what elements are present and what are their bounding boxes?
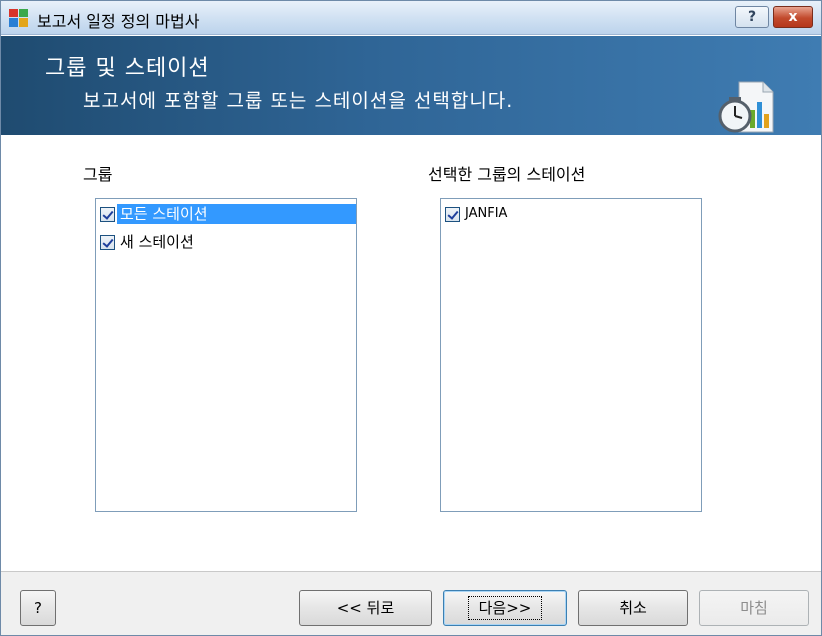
next-button-label: 다음>> [467, 596, 543, 620]
close-button[interactable]: x [773, 6, 813, 28]
header-banner: 그룹 및 스테이션 보고서에 포함할 그룹 또는 스테이션을 선택합니다. [1, 36, 821, 135]
checkbox-checked-icon[interactable] [100, 206, 115, 222]
finish-button[interactable]: 마침 [699, 590, 809, 626]
next-button[interactable]: 다음>> [443, 590, 567, 626]
report-schedule-icon [718, 81, 774, 133]
back-button[interactable]: << 뒤로 [299, 590, 432, 626]
list-item-label: JANFIA [465, 206, 508, 221]
checkbox-checked-icon[interactable] [100, 234, 115, 250]
app-logo-icon [9, 9, 28, 27]
help-button[interactable]: ? [20, 590, 56, 626]
list-item-label: 새 스테이션 [120, 233, 194, 251]
stations-listbox[interactable]: JANFIA [440, 198, 702, 512]
page-title: 그룹 및 스테이션 [45, 56, 210, 81]
title-help-button[interactable]: ? [735, 6, 769, 28]
wizard-window: 보고서 일정 정의 마법사 ? x 그룹 및 스테이션 보고서에 포함할 그룹 … [0, 0, 822, 636]
footer-bar: ? << 뒤로 다음>> 취소 마침 [1, 572, 821, 635]
title-bar: 보고서 일정 정의 마법사 ? x [1, 1, 821, 35]
cancel-button[interactable]: 취소 [578, 590, 688, 626]
group-item-new-station[interactable]: 새 스테이션 [100, 231, 197, 253]
groups-listbox[interactable]: 모든 스테이션 새 스테이션 [95, 198, 357, 512]
list-item-label: 모든 스테이션 [117, 204, 356, 224]
group-item-all-stations[interactable]: 모든 스테이션 [100, 203, 356, 225]
checkbox-checked-icon[interactable] [445, 206, 460, 222]
stations-label: 선택한 그룹의 스테이션 [428, 165, 586, 184]
station-item-janfia[interactable]: JANFIA [445, 203, 510, 225]
page-subtitle: 보고서에 포함할 그룹 또는 스테이션을 선택합니다. [83, 90, 514, 112]
groups-label: 그룹 [83, 165, 113, 184]
window-title: 보고서 일정 정의 마법사 [37, 12, 200, 31]
